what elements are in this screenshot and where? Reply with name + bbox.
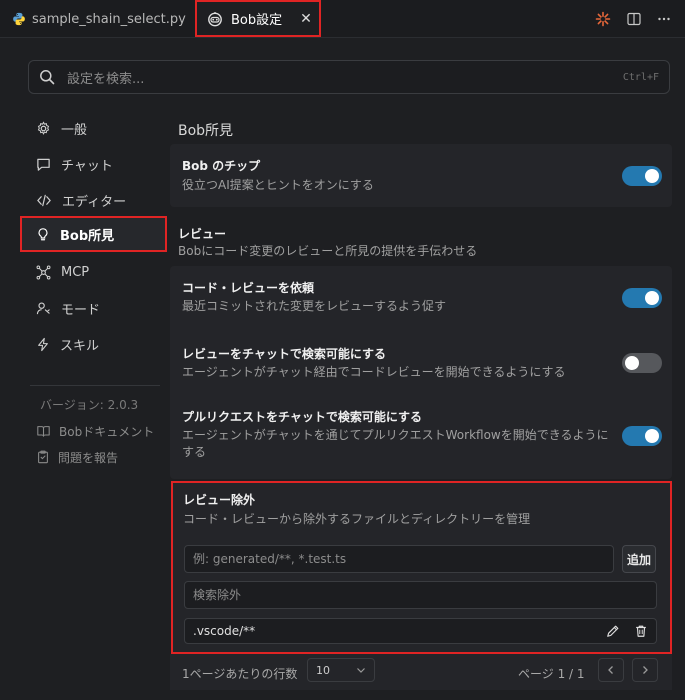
chat-pr-desc-line1: エージェントがチャットを通じてプルリクエストWorkflowを開始できるように xyxy=(182,428,609,442)
search-input[interactable]: 設定を検索... xyxy=(67,68,623,87)
report-icon xyxy=(38,450,48,464)
lightbulb-icon xyxy=(38,227,48,240)
chat-review-toggle[interactable] xyxy=(622,353,662,373)
chat-pr-toggle[interactable] xyxy=(622,426,662,446)
python-file-icon xyxy=(13,12,25,26)
sidebar-item-label: スキル xyxy=(60,338,100,354)
split-editor-icon[interactable] xyxy=(627,12,641,26)
exclusion-list-item: .vscode/** xyxy=(184,618,657,644)
sidebar-item-label: チャット xyxy=(61,158,113,174)
exclusion-pattern-input[interactable] xyxy=(184,545,614,573)
sidebar-item-label: 一般 xyxy=(61,122,88,138)
version-label: バージョン: 2.0.3 xyxy=(40,398,139,412)
exclusion-desc: コード・レビューから除外するファイルとディレクトリーを管理 xyxy=(183,512,531,526)
chevron-left-icon xyxy=(608,666,613,674)
prev-page-button[interactable] xyxy=(598,658,624,682)
sidebar-item-mcp[interactable]: MCP xyxy=(28,254,166,290)
next-page-button[interactable] xyxy=(632,658,658,682)
tab-bob-label: Bob設定 xyxy=(231,13,283,28)
sidebar-item-label: エディター xyxy=(62,194,127,210)
review-desc: Bobにコード変更のレビューと所見の提供を手伝わせる xyxy=(178,244,478,258)
section-title: Bob所見 xyxy=(178,123,234,139)
tab-sample-file[interactable]: sample_shain_select.py xyxy=(12,0,186,38)
review-exclusion-section: レビュー除外 コード・レビューから除外するファイルとディレクトリーを管理 追加 … xyxy=(171,481,672,654)
settings-panel: 設定を検索... Ctrl+F 一般 チャット エディター Bob所見 MCP … xyxy=(8,40,685,700)
sidebar-item-mode[interactable]: モード xyxy=(28,290,166,326)
sidebar-item-skills[interactable]: スキル xyxy=(28,326,166,362)
request-review-desc: 最近コミットされた変更をレビューするよう促す xyxy=(182,299,447,313)
chat-pr-title: プルリクエストをチャットで検索可能にする xyxy=(182,410,423,424)
exclusion-search-input[interactable] xyxy=(184,581,657,609)
lightning-icon xyxy=(38,337,48,351)
exclusion-item-text: .vscode/** xyxy=(193,624,256,638)
chevron-right-icon xyxy=(643,666,648,674)
bob-tips-title: Bob のチップ xyxy=(182,159,261,173)
chat-icon xyxy=(37,158,50,171)
exclusion-title: レビュー除外 xyxy=(183,493,256,507)
search-icon xyxy=(40,70,55,85)
bob-robot-icon xyxy=(208,11,222,26)
search-shortcut: Ctrl+F xyxy=(622,71,659,83)
close-icon[interactable]: ✕ xyxy=(300,11,312,27)
report-issue-link[interactable]: 問題を報告 xyxy=(36,447,118,467)
sidebar-item-label: Bob所見 xyxy=(60,228,115,244)
sidebar-item-bob-findings[interactable]: Bob所見 xyxy=(20,216,167,252)
add-exclusion-button[interactable]: 追加 xyxy=(622,545,656,573)
report-label: 問題を報告 xyxy=(58,450,119,465)
chat-review-desc: エージェントがチャット経由でコードレビューを開始できるようにする xyxy=(182,365,566,379)
rows-per-page-label: 1ページあたりの行数 xyxy=(182,667,298,681)
rows-per-page-select[interactable]: 10 xyxy=(307,658,375,682)
sidebar-item-label: MCP xyxy=(61,264,90,280)
docs-link[interactable]: Bobドキュメント xyxy=(36,421,154,441)
book-icon xyxy=(37,426,50,437)
rows-per-page-value: 10 xyxy=(316,663,330,677)
bob-tips-toggle[interactable] xyxy=(622,166,662,186)
review-settings-card: コード・レビューを依頼 最近コミットされた変更をレビューするよう促す レビューを… xyxy=(170,266,672,479)
request-review-toggle[interactable] xyxy=(622,288,662,308)
sidebar-divider xyxy=(30,385,160,386)
tab-file-label: sample_shain_select.py xyxy=(32,11,186,27)
code-icon xyxy=(37,194,51,206)
pencil-icon[interactable] xyxy=(606,624,620,638)
bob-spark-icon[interactable] xyxy=(595,11,611,27)
more-actions-icon[interactable] xyxy=(657,12,671,26)
tab-bob-settings[interactable]: Bob設定 ✕ xyxy=(195,0,321,37)
toggle-knob xyxy=(645,291,659,305)
toggle-knob xyxy=(645,429,659,443)
page-info: ページ 1 / 1 xyxy=(518,667,585,681)
toggle-knob xyxy=(645,169,659,183)
exclusion-pagination: 1ページあたりの行数 10 ページ 1 / 1 xyxy=(170,654,672,690)
network-icon xyxy=(36,265,51,279)
tab-bar: sample_shain_select.py Bob設定 ✕ xyxy=(0,0,685,38)
bob-tips-desc: 役立つAI提案とヒントをオンにする xyxy=(182,178,374,192)
docs-label: Bobドキュメント xyxy=(59,424,155,439)
gear-icon xyxy=(37,120,50,135)
toggle-knob xyxy=(625,356,639,370)
chevron-down-icon xyxy=(357,668,365,673)
sidebar-item-label: モード xyxy=(61,302,101,318)
user-mode-icon xyxy=(36,302,50,314)
trash-icon[interactable] xyxy=(634,624,648,638)
settings-search[interactable]: 設定を検索... Ctrl+F xyxy=(28,60,670,94)
bob-tips-card: Bob のチップ 役立つAI提案とヒントをオンにする xyxy=(170,144,672,207)
chat-review-title: レビューをチャットで検索可能にする xyxy=(182,347,387,361)
chat-pr-desc-line2: する xyxy=(182,445,207,459)
request-review-title: コード・レビューを依頼 xyxy=(182,281,315,295)
sidebar-item-general[interactable]: 一般 xyxy=(28,110,166,146)
sidebar-item-editor[interactable]: エディター xyxy=(28,182,166,218)
sidebar-item-chat[interactable]: チャット xyxy=(28,146,166,182)
review-heading: レビュー xyxy=(178,227,227,241)
